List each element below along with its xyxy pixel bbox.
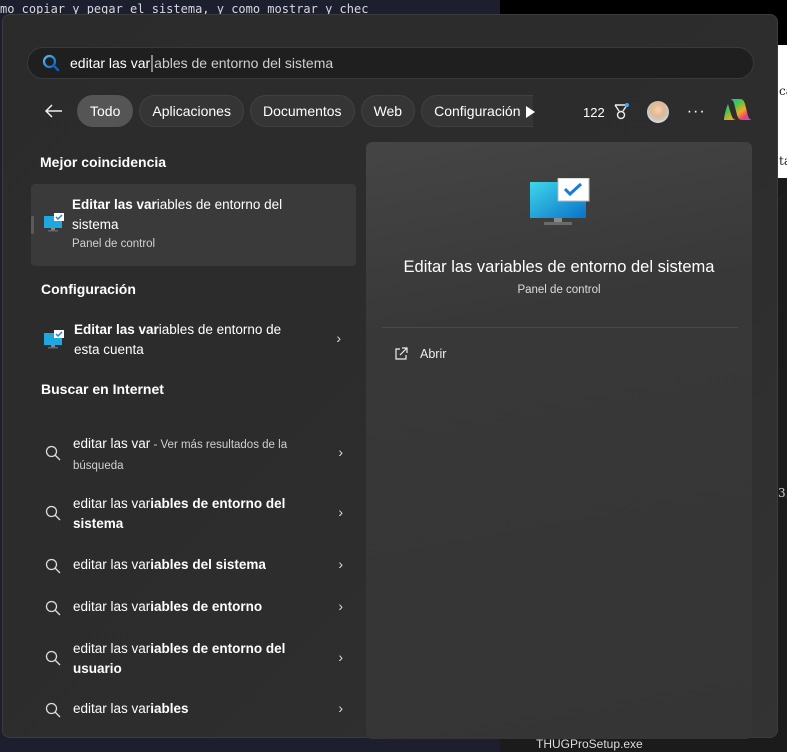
search-icon bbox=[45, 702, 61, 718]
best-match-subtitle: Panel de control bbox=[72, 238, 156, 250]
background-file-name: THUGProSetup.exe bbox=[536, 737, 643, 751]
settings-result[interactable]: Editar las variables de entorno de esta … bbox=[43, 320, 343, 362]
web-result-text: editar las variables bbox=[73, 701, 189, 716]
search-autocomplete-text: ables de entorno del sistema bbox=[154, 55, 334, 71]
chevron-right-icon: › bbox=[338, 700, 343, 716]
system-properties-icon bbox=[44, 213, 64, 232]
search-input[interactable]: editar las var ables de entorno del siste… bbox=[27, 47, 754, 79]
web-result-text: editar las variables de entorno del usua… bbox=[73, 641, 286, 676]
start-search-panel: editar las var ables de entorno del siste… bbox=[2, 14, 778, 739]
settings-result-title: Editar las variables de entorno de esta … bbox=[74, 322, 282, 357]
rewards-medal-icon[interactable] bbox=[613, 103, 629, 121]
web-result[interactable]: editar las variables › bbox=[45, 699, 345, 721]
system-properties-large-icon bbox=[530, 178, 590, 225]
search-icon bbox=[42, 54, 60, 72]
web-result-text: editar las variables del sistema bbox=[73, 557, 266, 572]
web-result[interactable]: editar las var - Ver más resultados de l… bbox=[45, 434, 345, 476]
rewards-points: 122 bbox=[583, 104, 605, 120]
open-label: Abrir bbox=[420, 347, 447, 361]
web-result-text: editar las variables de entorno del sist… bbox=[73, 496, 286, 531]
section-best-match: Mejor coincidencia bbox=[40, 154, 167, 170]
text-caret bbox=[151, 54, 154, 72]
arrow-left-icon bbox=[44, 104, 62, 118]
toolbar: 122 ··· bbox=[523, 97, 754, 127]
chevron-right-icon: › bbox=[336, 330, 341, 346]
section-web-search: Buscar en Internet bbox=[41, 381, 164, 397]
avatar[interactable] bbox=[646, 101, 669, 123]
web-result[interactable]: editar las variables de entorno del usua… bbox=[45, 639, 345, 681]
search-icon bbox=[45, 650, 61, 666]
tab-aplicaciones[interactable]: Aplicaciones bbox=[139, 95, 244, 127]
back-button[interactable] bbox=[39, 96, 69, 126]
open-action[interactable]: Abrir bbox=[394, 347, 446, 361]
play-icon[interactable] bbox=[523, 105, 537, 119]
search-icon bbox=[45, 558, 61, 574]
divider bbox=[382, 327, 738, 328]
tab-documentos[interactable]: Documentos bbox=[249, 95, 355, 127]
background-fragment: ca bbox=[779, 84, 787, 98]
web-result[interactable]: editar las variables de entorno del sist… bbox=[45, 494, 345, 536]
preview-subtitle: Panel de control bbox=[517, 284, 601, 296]
system-properties-icon bbox=[44, 330, 64, 349]
background-fragment: ta bbox=[779, 154, 787, 168]
web-result-text: editar las var - Ver más resultados de l… bbox=[73, 436, 288, 472]
search-typed-text: editar las var bbox=[70, 55, 151, 71]
tab-todo[interactable]: Todo bbox=[77, 95, 134, 127]
more-options-icon[interactable]: ··· bbox=[687, 103, 706, 121]
chevron-right-icon: › bbox=[338, 598, 343, 614]
search-icon bbox=[45, 600, 61, 616]
section-settings: Configuración bbox=[41, 281, 136, 297]
search-icon bbox=[45, 505, 61, 521]
chevron-right-icon: › bbox=[338, 556, 343, 572]
chevron-right-icon: › bbox=[338, 504, 343, 520]
copilot-icon[interactable] bbox=[722, 97, 754, 127]
background-fragment: 3.1 bbox=[778, 486, 787, 500]
web-result[interactable]: editar las variables del sistema › bbox=[45, 555, 345, 577]
open-external-icon bbox=[395, 347, 408, 360]
tab-web[interactable]: Web bbox=[360, 95, 416, 127]
background-fragment: es bbox=[779, 190, 787, 204]
search-icon bbox=[45, 445, 61, 461]
preview-pane: Editar las variables de entorno del sist… bbox=[366, 142, 752, 739]
web-result-text: editar las variables de entorno bbox=[73, 599, 263, 614]
filter-tabs: Todo Aplicaciones Documentos Web Configu… bbox=[39, 95, 533, 127]
best-match-title: Editar las variables de entorno del sist… bbox=[72, 197, 283, 232]
preview-title: Editar las variables de entorno del sist… bbox=[403, 258, 715, 276]
best-match-result[interactable]: Editar las variables de entorno del sist… bbox=[31, 184, 356, 266]
chevron-right-icon: › bbox=[338, 444, 343, 460]
selection-indicator bbox=[31, 216, 34, 234]
chevron-right-icon: › bbox=[338, 649, 343, 665]
tab-configuracion[interactable]: Configuración bbox=[421, 95, 533, 127]
web-result[interactable]: editar las variables de entorno › bbox=[45, 597, 345, 619]
